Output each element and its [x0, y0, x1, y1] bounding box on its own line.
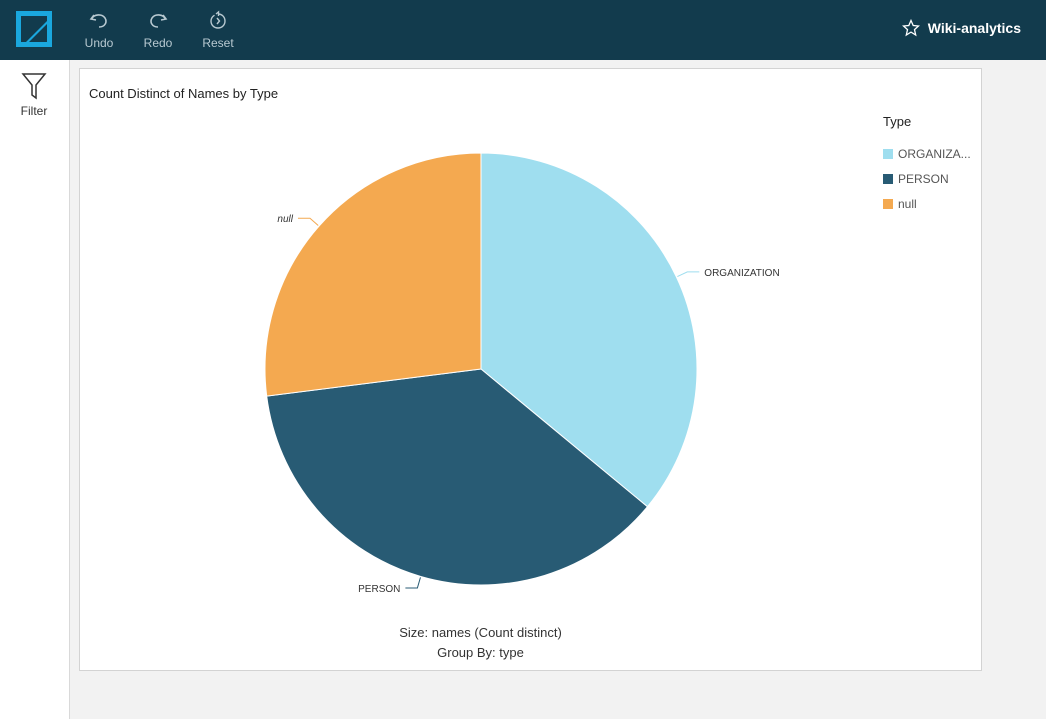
legend-swatch	[883, 149, 893, 159]
left-sidebar: Filter	[0, 60, 70, 719]
quicksight-logo-icon[interactable]	[16, 11, 52, 47]
pie-chart[interactable]: ORGANIZATION PERSON null	[80, 69, 881, 629]
legend: Type ORGANIZA... PERSON null	[883, 114, 979, 222]
redo-button[interactable]: Redo	[133, 10, 183, 50]
leader-line-person	[405, 577, 421, 589]
legend-label: ORGANIZA...	[898, 147, 971, 161]
pie-chart-visual[interactable]: Count Distinct of Names by Type ORGANIZA…	[79, 68, 982, 671]
analysis-title: Wiki-analytics	[927, 20, 1021, 36]
legend-item-person[interactable]: PERSON	[883, 172, 979, 186]
slice-label-person: PERSON	[358, 584, 400, 595]
top-toolbar: Undo Redo Reset Wiki-analytics	[0, 0, 1046, 60]
undo-button[interactable]: Undo	[74, 10, 124, 50]
undo-icon	[74, 10, 124, 32]
leader-line-organization	[677, 271, 700, 278]
slice-label-organization: ORGANIZATION	[704, 268, 779, 279]
star-icon[interactable]	[901, 19, 920, 37]
filter-icon	[10, 72, 58, 100]
legend-item-null[interactable]: null	[883, 197, 979, 211]
legend-swatch	[883, 199, 893, 209]
legend-item-organization[interactable]: ORGANIZA...	[883, 147, 979, 161]
legend-title: Type	[883, 114, 912, 129]
legend-label: PERSON	[898, 172, 949, 186]
slice-label-null: null	[277, 214, 293, 225]
reset-label: Reset	[202, 36, 234, 50]
redo-icon	[133, 10, 183, 32]
legend-label: null	[898, 197, 917, 211]
reset-icon	[193, 10, 243, 32]
size-field-caption: Size: names (Count distinct)	[399, 625, 562, 640]
group-field-caption: Group By: type	[437, 645, 524, 660]
redo-label: Redo	[143, 36, 173, 50]
filter-label: Filter	[20, 104, 48, 118]
filter-button[interactable]: Filter	[10, 72, 58, 118]
leader-line-null	[297, 217, 319, 226]
undo-label: Undo	[84, 36, 114, 50]
reset-button[interactable]: Reset	[193, 10, 243, 50]
legend-swatch	[883, 174, 893, 184]
pie-slice-null[interactable]	[264, 152, 482, 397]
analysis-name[interactable]: Wiki-analytics	[901, 19, 1021, 37]
